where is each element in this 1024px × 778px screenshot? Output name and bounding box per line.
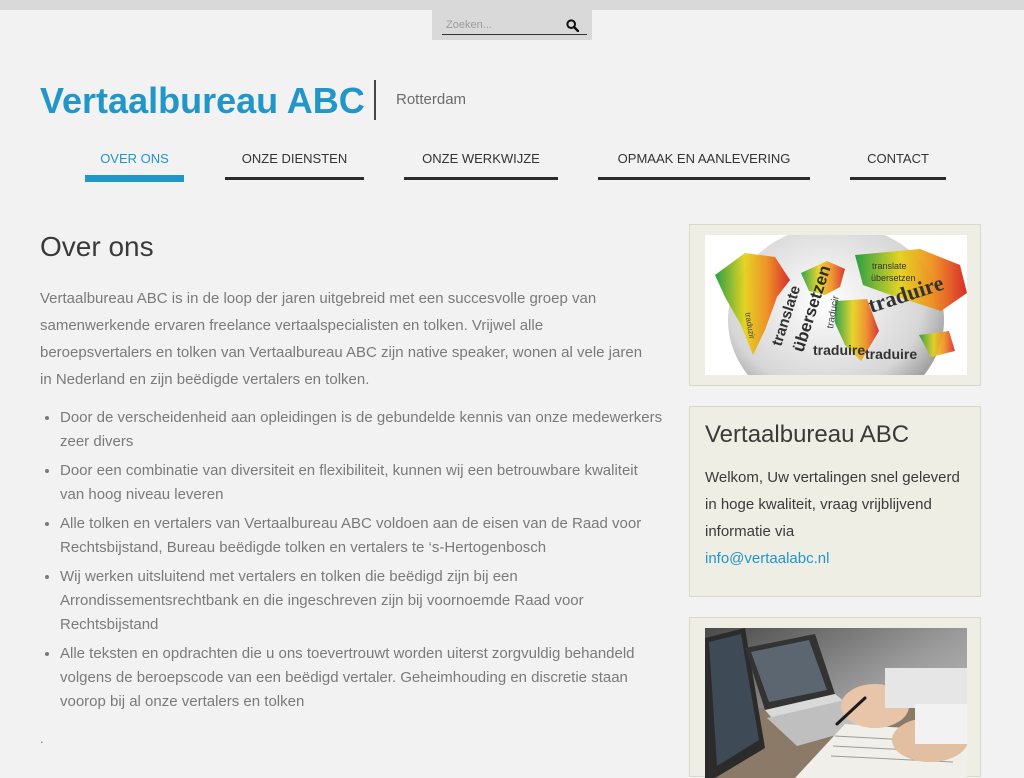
search-input[interactable] [442,16,562,35]
list-item: Alle tolken en vertalers van Vertaalbure… [60,512,665,560]
sidebar-image-panel: translate übersetzen traduire traduire t… [689,224,981,386]
translation-globe-image: translate übersetzen traduire traduire t… [705,235,967,375]
sidebar-photo-panel [689,617,981,778]
word-ubersetzen-small: übersetzen [871,273,916,283]
word-traduire-3: traduire [865,346,917,362]
sidebar-welcome-text: Welkom, Uw vertalingen snel geleverd in … [705,469,960,540]
nav-item-label: OPMAAK EN AANLEVERING [617,151,791,166]
nav-item-label: ONZE WERKWIJZE [422,151,540,166]
word-traduire-2: traduire [813,342,865,358]
nav-active-indicator [85,175,184,182]
page-title: Over ons [40,231,154,262]
nav-item-label: OVER ONS [100,151,169,166]
nav-item-contact[interactable]: CONTACT [850,151,946,181]
globe-illustration: translate übersetzen traduire traduire t… [705,235,967,375]
list-item: Door een combinatie van diversiteit en f… [60,459,665,507]
sidebar-info-panel: Vertaalbureau ABC Welkom, Uw vertalingen… [689,406,981,597]
search-button[interactable] [563,16,581,34]
sidebar-heading: Vertaalbureau ABC [705,421,910,448]
nav-item-onze-werkwijze[interactable]: ONZE WERKWIJZE [404,151,558,181]
word-translate-small: translate [872,261,907,271]
intro-paragraph: Vertaalbureau ABC is in de loop der jare… [40,290,643,388]
nav-underline [225,177,364,180]
email-link[interactable]: info@vertaalabc.nl [705,550,829,567]
site-title[interactable]: Vertaalbureau ABC [40,80,365,122]
nav-item-label: ONZE DIENSTEN [241,151,348,166]
nav-underline [598,177,810,180]
laptop-desk-illustration [705,628,967,778]
nav-underline [404,177,558,180]
search-box [432,10,592,40]
list-item: Alle teksten en opdrachten die u ons toe… [60,642,665,714]
search-icon [565,18,579,32]
title-divider [374,80,376,120]
nav-item-opmaak-en-aanlevering[interactable]: OPMAAK EN AANLEVERING [598,151,810,181]
trailing-text: . [40,731,44,746]
nav-item-over-ons[interactable]: OVER ONS [85,151,184,182]
workspace-photo [705,628,967,778]
list-item: Wij werken uitsluitend met vertalers en … [60,565,665,637]
site-tagline: Rotterdam [396,91,467,108]
nav-item-onze-diensten[interactable]: ONZE DIENSTEN [225,151,364,181]
feature-list: Door de verscheidenheid aan opleidingen … [40,406,665,719]
top-bar [0,0,1024,10]
search-underline [442,34,587,35]
nav-item-label: CONTACT [867,151,929,166]
nav-underline [850,177,946,180]
sidebar-text: Welkom, Uw vertalingen snel geleverd in … [705,464,970,572]
list-item: Door de verscheidenheid aan opleidingen … [60,406,665,454]
